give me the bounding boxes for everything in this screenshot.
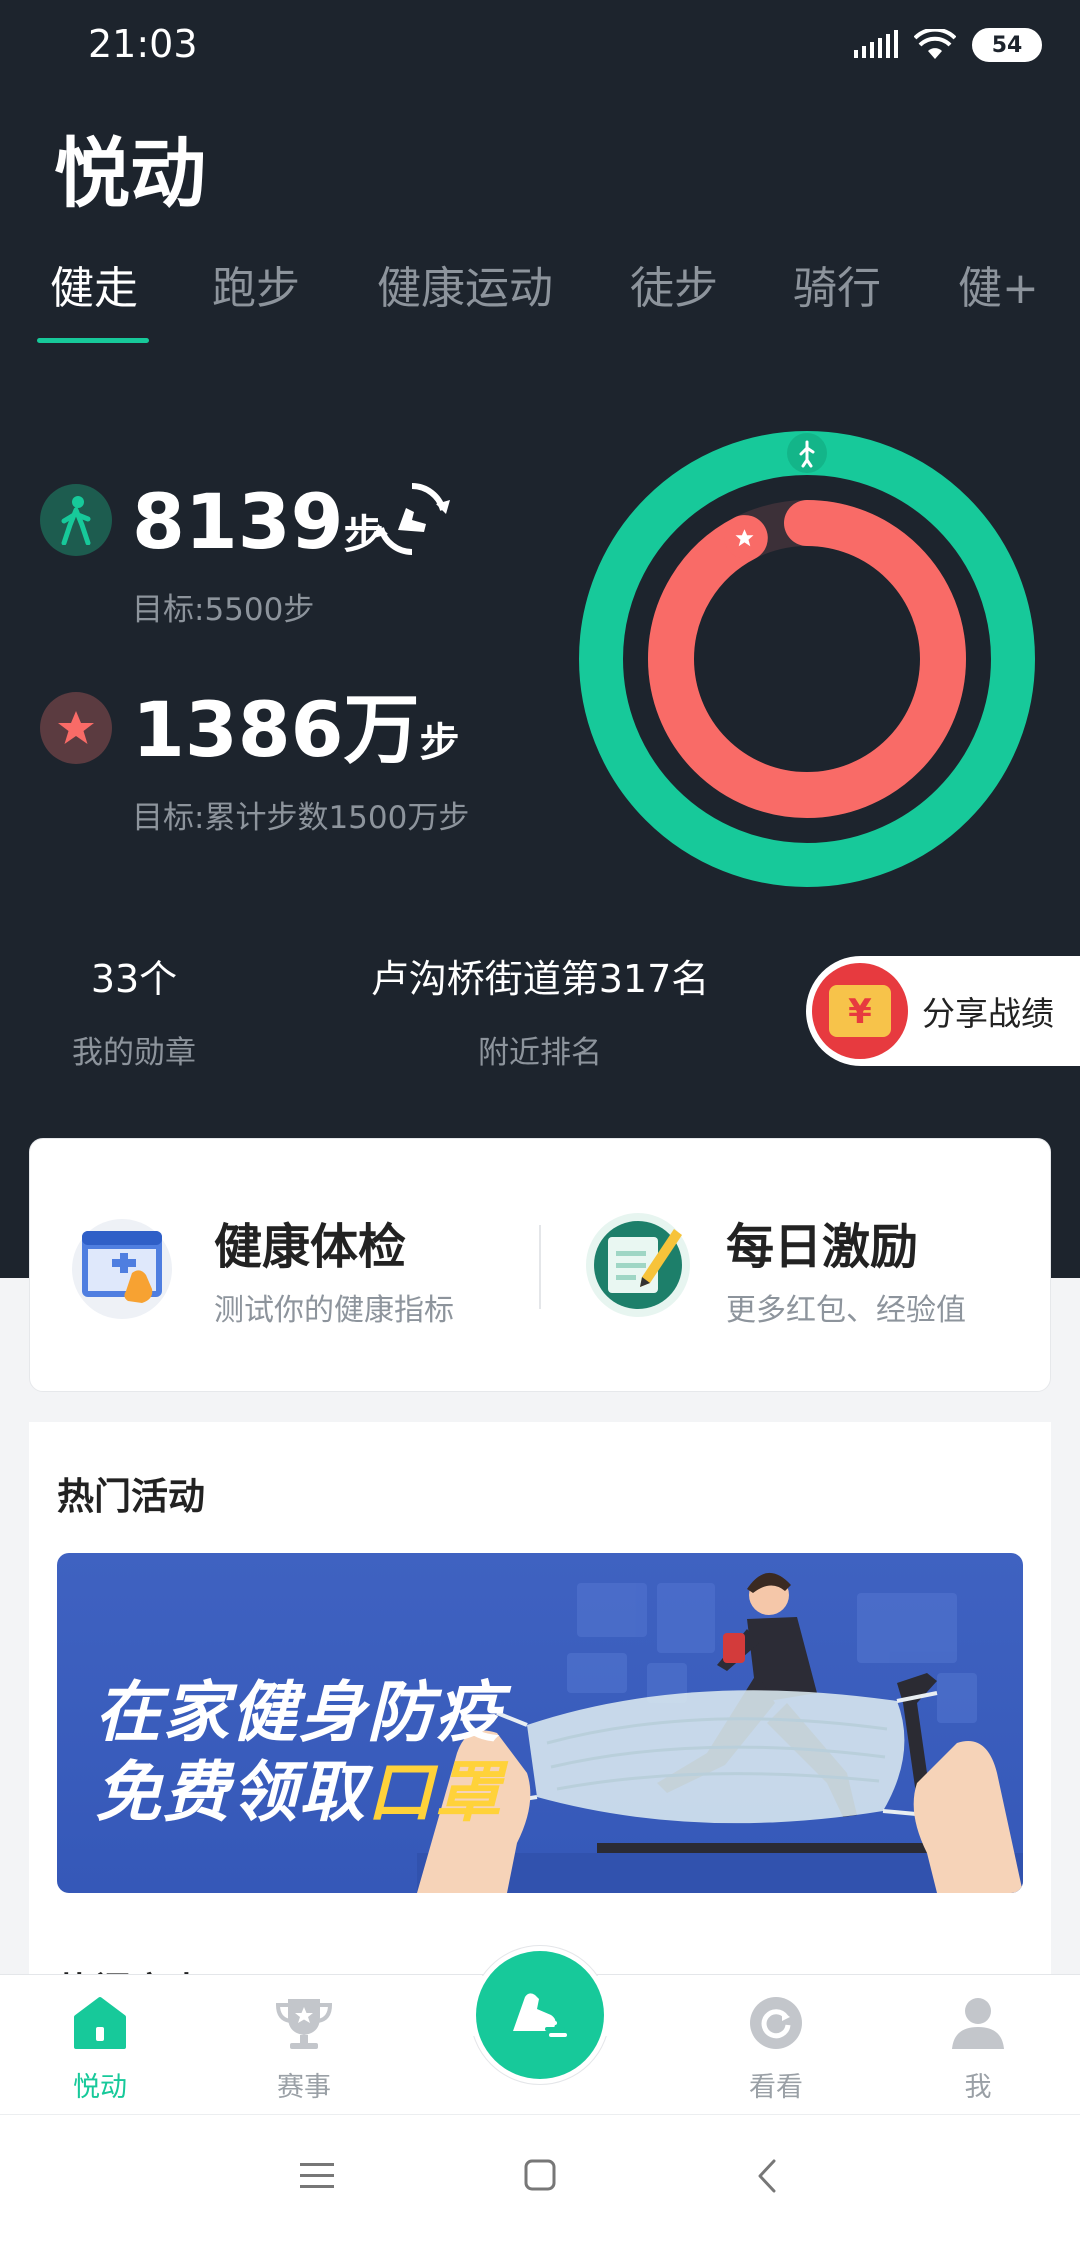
daily-incentive-title: 每日激励 [726,1219,919,1275]
card-divider [539,1225,541,1309]
rank-summary[interactable]: 卢沟桥街道第317名 附近排名 [340,948,740,1072]
hot-activities-title: 热门活动 [57,1475,205,1518]
daily-incentive-subtitle: 更多红包、经验值 [726,1293,966,1328]
bottom-navigation: 悦动 赛事 看看 我 [0,1945,1080,2114]
tab-health-exercise[interactable]: 健康运动 [377,252,553,316]
total-steps-value: 1386万 [132,685,420,774]
red-envelope-icon: ¥ [812,963,908,1059]
home-square-icon[interactable] [524,2159,556,2191]
health-check-icon [72,1219,172,1319]
share-results-label: 分享战绩 [922,994,1054,1033]
tab-hike[interactable]: 徒步 [630,252,718,316]
quick-actions-card: 健康体检 测试你的健康指标 每日激励 更多红包、经验值 [29,1138,1051,1392]
tab-active-indicator [37,338,149,343]
nav-home-label: 悦动 [73,2072,127,2103]
banner-headline-2b: 口罩 [367,1754,503,1831]
battery-indicator: 54 [972,28,1042,62]
sync-shoe-icon[interactable] [372,480,452,562]
rank-label: 附近排名 [478,1035,602,1071]
tab-walk[interactable]: 健走 [50,252,138,316]
today-steps-value: 8139 [132,477,344,566]
daily-incentive-icon [586,1213,690,1317]
person-icon [952,1998,1004,2049]
nav-profile-label: 我 [964,2072,992,2103]
battery-level: 54 [991,32,1023,58]
progress-rings [578,430,1036,888]
share-results-button[interactable]: ¥ 分享战绩 [806,956,1080,1066]
status-icons: 54 [854,28,1042,62]
star-icon [40,692,112,764]
rank-value: 卢沟桥街道第317名 [370,957,710,1001]
red-envelope-symbol: ¥ [848,992,872,1032]
run-shoe-icon [513,1993,567,2037]
total-goal: 目标:累计步数1500万步 [132,800,470,836]
health-check-subtitle: 测试你的健康指标 [214,1293,454,1328]
total-steps: 1386万步 [132,692,460,768]
total-steps-unit: 步 [419,720,460,766]
hot-activities-card: 热门活动 在家健身防疫 免费领取口罩 [29,1422,1051,1982]
signal-icon [854,30,898,58]
nav-events-label: 赛事 [277,2072,331,2103]
refresh-icon [750,1997,802,2049]
start-exercise-button[interactable] [476,1951,604,2079]
health-check-entry[interactable]: 健康体检 测试你的健康指标 [30,1139,538,1393]
today-steps: 8139步 [132,484,384,560]
status-time: 21:03 [88,22,198,66]
app-title: 悦动 [54,129,206,218]
tab-health-plus[interactable]: 健+ [958,252,1039,316]
nav-discover[interactable]: 看看 [716,1993,836,2104]
nav-home[interactable]: 悦动 [40,1993,160,2104]
health-check-title: 健康体检 [214,1219,407,1275]
nav-profile[interactable]: 我 [918,1993,1038,2104]
nav-events[interactable]: 赛事 [244,1993,364,2104]
activity-banner[interactable]: 在家健身防疫 免费领取口罩 [57,1553,1023,1893]
tab-run[interactable]: 跑步 [212,252,300,316]
medals-summary[interactable]: 33个 我的勋章 [44,948,224,1072]
walker-icon [40,484,112,556]
status-bar: 21:03 54 [0,0,1080,96]
back-icon[interactable] [756,2159,778,2193]
today-goal: 目标:5500步 [132,592,315,628]
daily-incentive-entry[interactable]: 每日激励 更多红包、经验值 [542,1139,1050,1393]
tab-cycle[interactable]: 骑行 [793,252,881,316]
home-icon [74,1997,126,2049]
system-navigation-bar [0,2114,1080,2244]
nav-discover-label: 看看 [749,2072,803,2103]
wifi-icon [914,29,956,59]
medals-value: 33个 [90,957,178,1001]
inner-ring [648,500,966,818]
sport-tabs: 健走 跑步 健康运动 徒步 骑行 健+ [0,252,1080,352]
medals-label: 我的勋章 [72,1035,196,1071]
banner-headline-2: 免费领取口罩 [95,1739,503,1835]
menu-icon[interactable] [300,2161,334,2191]
trophy-icon [275,1999,333,2049]
banner-headline-2a: 免费领取 [95,1754,367,1831]
